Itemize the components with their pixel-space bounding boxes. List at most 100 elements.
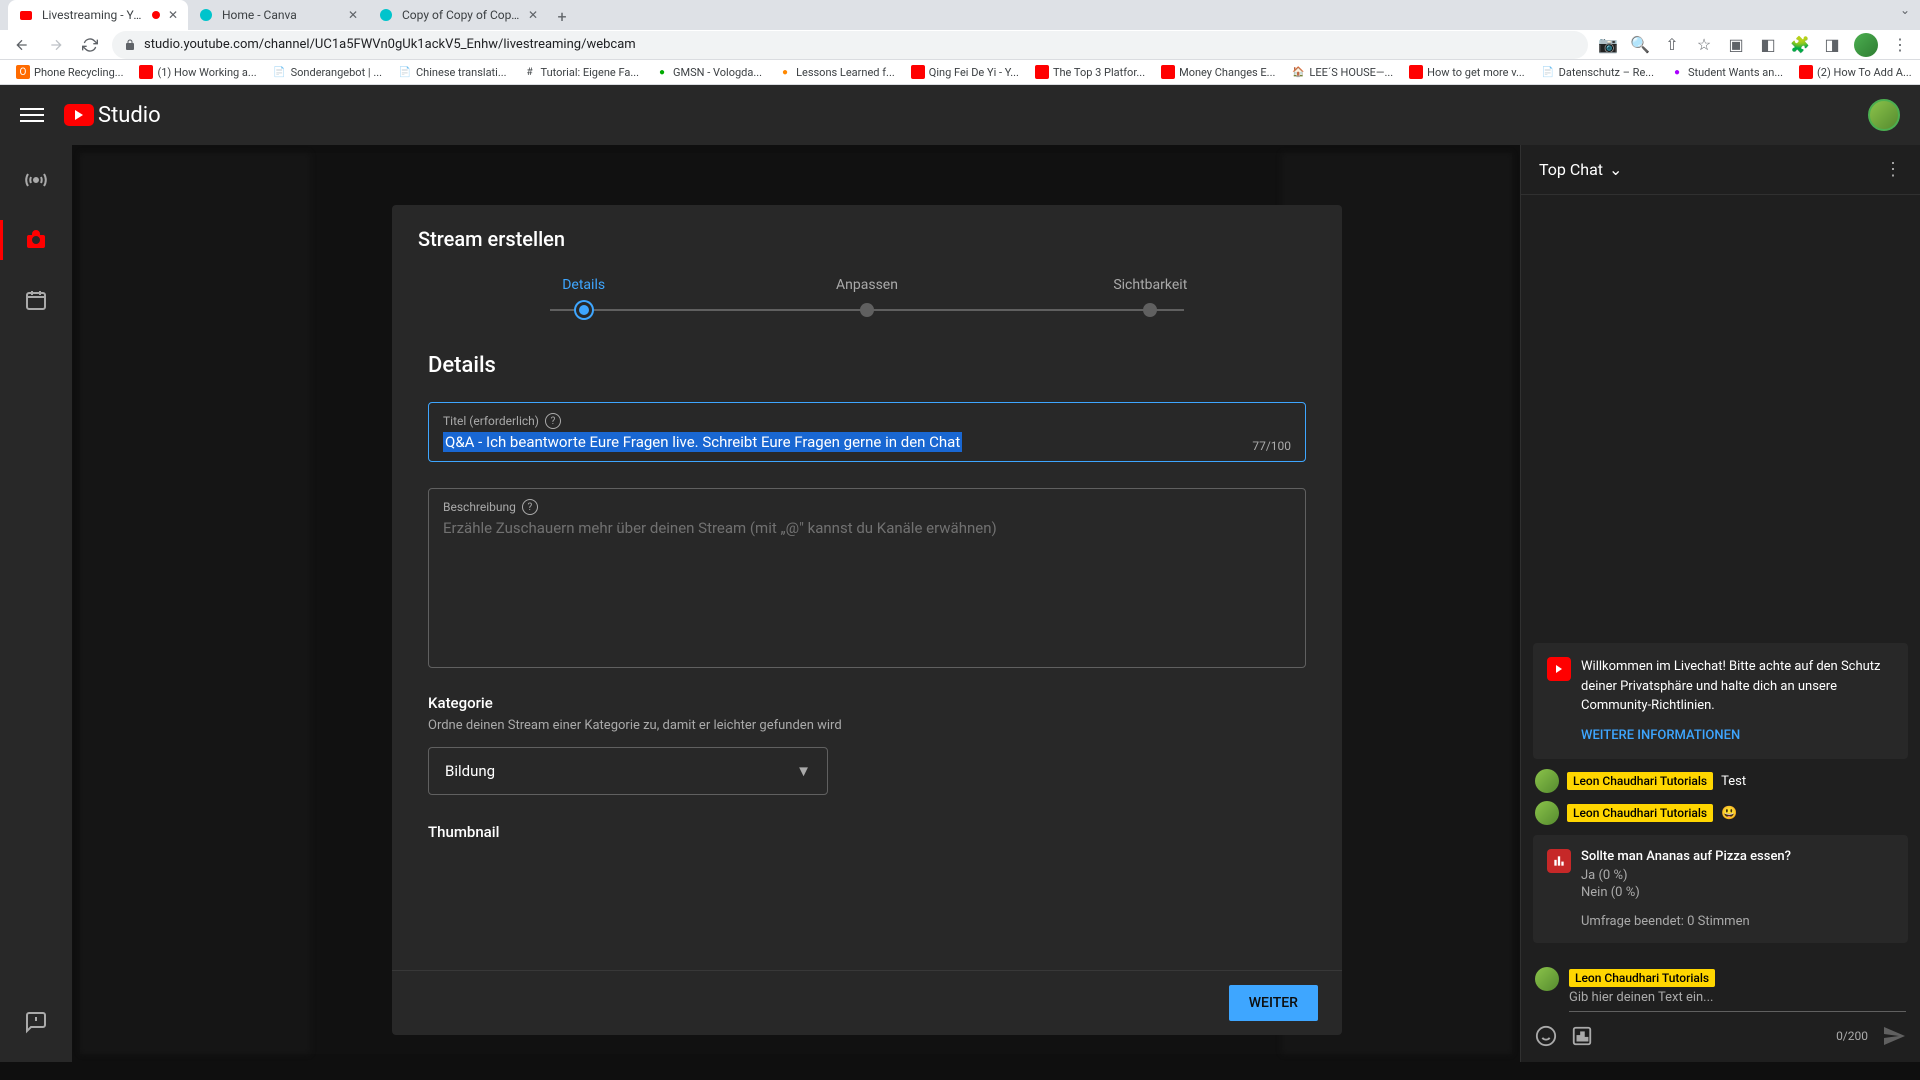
forward-button[interactable]: [44, 33, 68, 57]
bookmarks-bar: OPhone Recycling... (1) How Working a...…: [0, 60, 1920, 85]
chat-input-row: Leon Chaudhari Tutorials Gib hier deinen…: [1521, 959, 1920, 1016]
chat-message: Leon Chaudhari Tutorials Test: [1521, 765, 1920, 797]
youtube-icon: [64, 104, 94, 126]
char-counter: 77/100: [1252, 439, 1291, 453]
address-bar: studio.youtube.com/channel/UC1a5FWVn0gUk…: [0, 30, 1920, 60]
chevron-down-icon[interactable]: ⌄: [1900, 3, 1910, 17]
category-title: Kategorie: [428, 694, 1306, 712]
hamburger-menu[interactable]: [20, 104, 44, 126]
poll-icon[interactable]: [1571, 1025, 1593, 1047]
bookmark-item[interactable]: #Tutorial: Eigene Fa...: [517, 63, 646, 81]
bookmark-item[interactable]: ●Student Wants an...: [1664, 63, 1789, 81]
chat-input[interactable]: Gib hier deinen Text ein...: [1569, 990, 1906, 1012]
star-icon[interactable]: ☆: [1694, 35, 1714, 55]
category-value: Bildung: [445, 762, 495, 780]
modal-footer: WEITER: [392, 970, 1342, 1035]
tab-title: Copy of Copy of Copy of Cop: [402, 8, 520, 22]
chat-avatar[interactable]: [1535, 769, 1559, 793]
title-field[interactable]: Titel (erforderlich) ? Q&A - Ich beantwo…: [428, 402, 1306, 462]
share-icon[interactable]: ⇧: [1662, 35, 1682, 55]
step-visibility[interactable]: Sichtbarkeit: [1009, 277, 1292, 323]
bookmark-item[interactable]: 📄Sonderangebot | ...: [267, 63, 388, 81]
create-stream-modal: Stream erstellen Details Anpassen Sichtb…: [392, 205, 1342, 1035]
zoom-icon[interactable]: 🔍: [1630, 35, 1650, 55]
side-panel-icon[interactable]: ◨: [1822, 35, 1842, 55]
help-icon[interactable]: ?: [522, 499, 538, 515]
close-icon[interactable]: ✕: [348, 8, 358, 22]
profile-avatar[interactable]: [1854, 33, 1878, 57]
tab-title: Home - Canva: [222, 8, 340, 22]
browser-tab[interactable]: Copy of Copy of Copy of Cop ✕: [368, 0, 548, 30]
chat-message: Leon Chaudhari Tutorials 😃: [1521, 797, 1920, 829]
chat-avatar[interactable]: [1535, 801, 1559, 825]
modal-title: Stream erstellen: [392, 205, 1342, 267]
more-info-link[interactable]: WEITERE INFORMATIONEN: [1581, 726, 1894, 746]
send-icon[interactable]: [1882, 1024, 1906, 1048]
message-text: Test: [1721, 774, 1746, 789]
bookmark-item[interactable]: Money Changes E...: [1155, 63, 1281, 81]
poll-question: Sollte man Ananas auf Pizza essen?: [1581, 849, 1894, 864]
modal-body: Details Titel (erforderlich) ? Q&A - Ich…: [392, 323, 1342, 970]
bookmark-item[interactable]: (2) How To Add A...: [1793, 63, 1918, 81]
bookmark-item[interactable]: 🏠LEE´S HOUSE—...: [1285, 63, 1399, 81]
help-icon[interactable]: ?: [545, 413, 561, 429]
puzzle-icon[interactable]: 🧩: [1790, 35, 1810, 55]
extension-icon[interactable]: ◧: [1758, 35, 1778, 55]
bookmark-item[interactable]: OPhone Recycling...: [10, 63, 129, 81]
author-badge[interactable]: Leon Chaudhari Tutorials: [1567, 772, 1713, 790]
feedback-icon[interactable]: [16, 1002, 56, 1042]
webcam-icon[interactable]: [16, 220, 56, 260]
menu-icon[interactable]: ⋮: [1890, 35, 1910, 55]
calendar-icon[interactable]: [16, 280, 56, 320]
studio-header: Studio: [0, 85, 1920, 145]
step-customize[interactable]: Anpassen: [725, 277, 1008, 323]
bookmark-item[interactable]: The Top 3 Platfor...: [1029, 63, 1151, 81]
close-icon[interactable]: ✕: [168, 8, 178, 22]
bookmark-item[interactable]: Qing Fei De Yi - Y...: [905, 63, 1025, 81]
tab-title: Livestreaming - YouTube S: [42, 8, 144, 22]
bookmark-item[interactable]: 📄Chinese translati...: [392, 63, 513, 81]
new-tab-button[interactable]: +: [548, 2, 576, 30]
extension-icon[interactable]: ▣: [1726, 35, 1746, 55]
chat-avatar[interactable]: [1535, 967, 1559, 991]
stepper: Details Anpassen Sichtbarkeit: [392, 267, 1342, 323]
url-field[interactable]: studio.youtube.com/channel/UC1a5FWVn0gUk…: [112, 31, 1588, 59]
author-badge[interactable]: Leon Chaudhari Tutorials: [1567, 804, 1713, 822]
studio-logo[interactable]: Studio: [64, 103, 161, 128]
emoji-icon[interactable]: [1535, 1025, 1557, 1047]
chat-mode-selector[interactable]: Top Chat ⌄: [1539, 160, 1622, 179]
bookmark-item[interactable]: How to get more v...: [1403, 63, 1531, 81]
user-avatar[interactable]: [1868, 99, 1900, 131]
poll-status: Umfrage beendet: 0 Stimmen: [1581, 914, 1894, 929]
description-label: Beschreibung ?: [443, 499, 1291, 515]
bookmark-item[interactable]: (1) How Working a...: [133, 63, 262, 81]
stream-icon[interactable]: [16, 160, 56, 200]
reload-button[interactable]: [78, 33, 102, 57]
lock-icon: [124, 39, 136, 51]
poll-option: Nein (0 %): [1581, 885, 1894, 900]
url-text: studio.youtube.com/channel/UC1a5FWVn0gUk…: [144, 37, 636, 52]
category-dropdown[interactable]: Bildung ▼: [428, 747, 828, 795]
bookmark-item[interactable]: ●GMSN - Vologda...: [649, 63, 768, 81]
poll-card: Sollte man Ananas auf Pizza essen? Ja (0…: [1533, 835, 1908, 943]
close-icon[interactable]: ✕: [528, 8, 538, 22]
message-emoji: 😃: [1721, 806, 1737, 821]
caret-down-icon: ▼: [796, 762, 811, 780]
chat-header: Top Chat ⌄ ⋮: [1521, 145, 1920, 195]
left-rail: [0, 145, 72, 1062]
author-badge: Leon Chaudhari Tutorials: [1569, 969, 1715, 987]
chat-menu-icon[interactable]: ⋮: [1884, 159, 1902, 180]
title-input[interactable]: Q&A - Ich beantworte Eure Fragen live. S…: [443, 433, 1291, 451]
description-field[interactable]: Beschreibung ? Erzähle Zuschauern mehr ü…: [428, 488, 1306, 668]
bookmark-item[interactable]: ●Lessons Learned f...: [772, 63, 901, 81]
next-button[interactable]: WEITER: [1229, 985, 1318, 1021]
step-details[interactable]: Details: [442, 277, 725, 323]
tab-bar: Livestreaming - YouTube S ✕ Home - Canva…: [0, 0, 1920, 30]
browser-tab-active[interactable]: Livestreaming - YouTube S ✕: [8, 0, 188, 30]
category-desc: Ordne deinen Stream einer Kategorie zu, …: [428, 718, 1306, 733]
chat-char-counter: 0/200: [1836, 1029, 1868, 1043]
bookmark-item[interactable]: 📄Datenschutz – Re...: [1535, 63, 1660, 81]
back-button[interactable]: [10, 33, 34, 57]
browser-tab[interactable]: Home - Canva ✕: [188, 0, 368, 30]
camera-icon[interactable]: 📷: [1598, 35, 1618, 55]
